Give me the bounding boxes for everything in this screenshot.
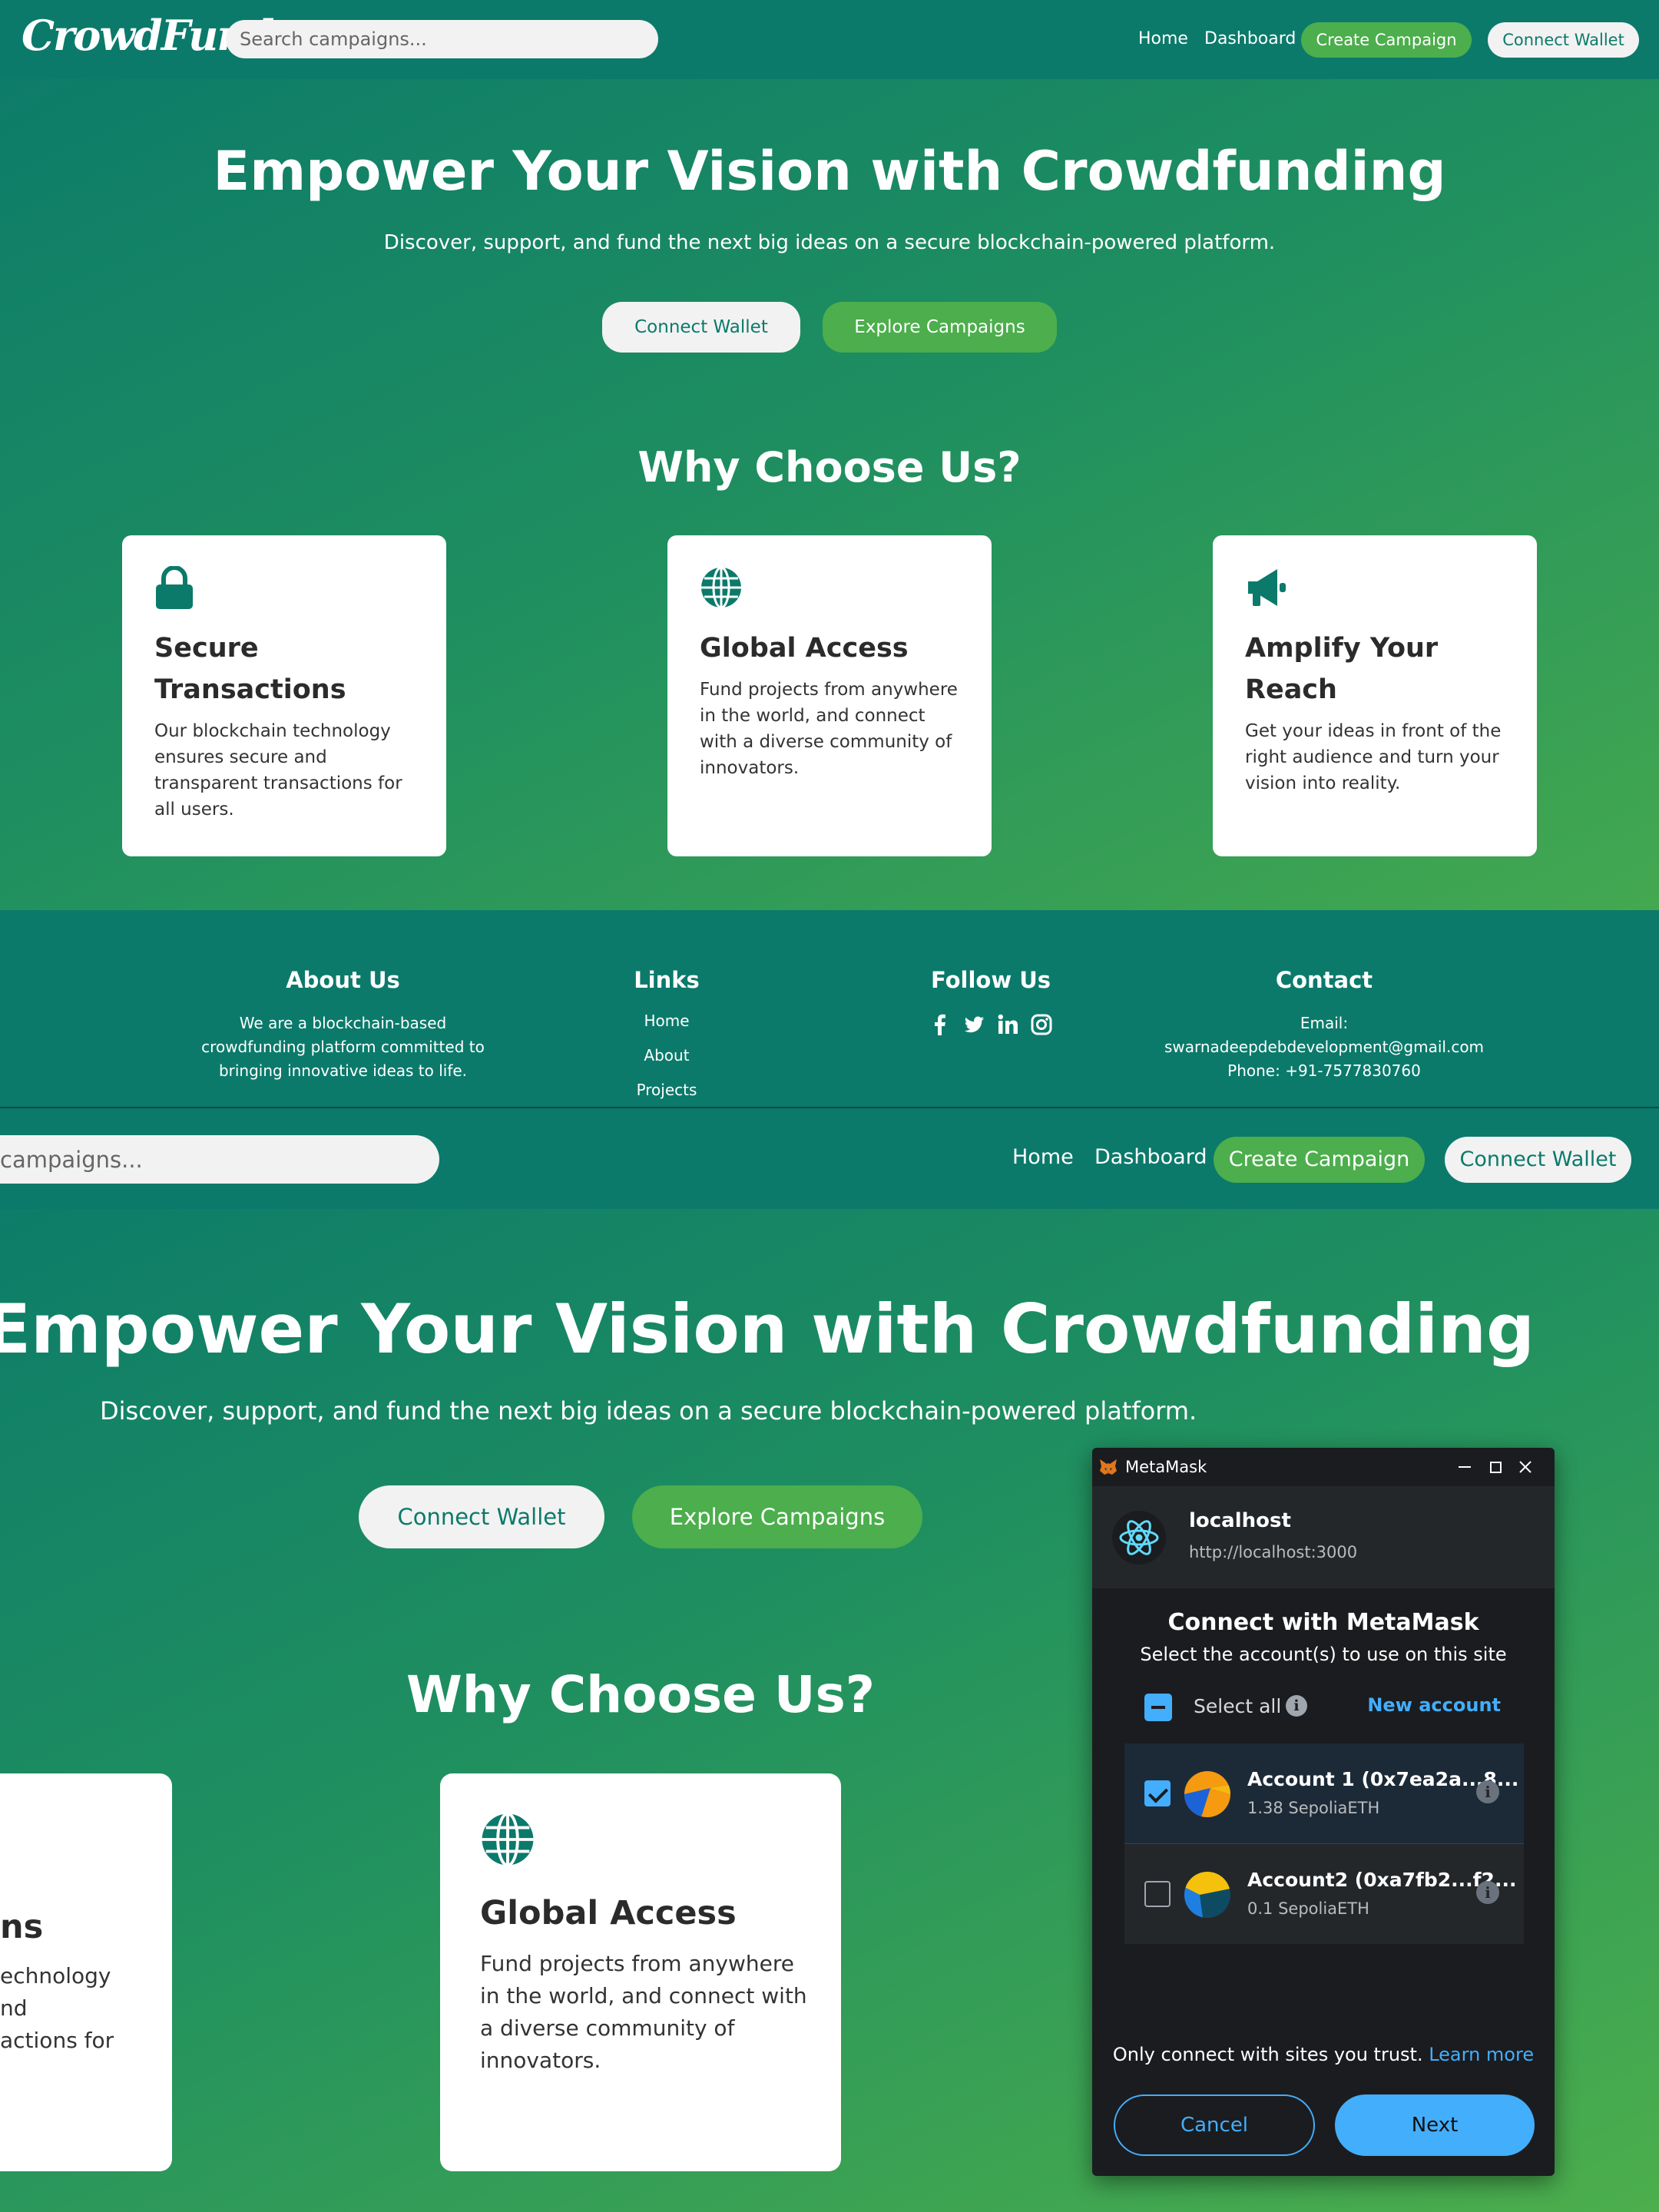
metamask-subheading: Select the account(s) to use on this sit… bbox=[1140, 1644, 1507, 1665]
feature-card: Secure Transactions Our blockchain techn… bbox=[122, 535, 446, 856]
linkedin-icon[interactable] bbox=[996, 1013, 1019, 1036]
select-all-label[interactable]: Select all bbox=[1194, 1695, 1281, 1717]
account-balance: 0.1 SepoliaETH bbox=[1247, 1899, 1369, 1918]
account-balance: 1.38 SepoliaETH bbox=[1247, 1799, 1380, 1817]
footer-link-about[interactable]: About bbox=[590, 1038, 743, 1073]
react-icon bbox=[1112, 1511, 1166, 1565]
account-avatar bbox=[1184, 1872, 1230, 1918]
metamask-titlebar: MetaMask bbox=[1092, 1448, 1555, 1486]
metamask-heading: Connect with MetaMask bbox=[1167, 1609, 1479, 1636]
metamask-popup: MetaMask localhost http://localhost:3000… bbox=[1092, 1448, 1555, 2176]
minimize-icon[interactable] bbox=[1452, 1454, 1478, 1480]
footer: About Us We are a blockchain-based crowd… bbox=[0, 910, 1659, 1107]
why-heading: Why Choose Us? bbox=[406, 1665, 876, 1724]
metamask-fox-icon bbox=[1098, 1457, 1118, 1477]
cancel-button[interactable]: Cancel bbox=[1114, 2094, 1315, 2156]
search-input-zoomed[interactable] bbox=[0, 1135, 439, 1184]
card-description: Fund projects from anywhere in the world… bbox=[480, 1951, 807, 2073]
hero-subtitle: Discover, support, and fund the next big… bbox=[100, 1396, 1197, 1426]
site-url: http://localhost:3000 bbox=[1189, 1543, 1358, 1561]
hero-connect-wallet-button[interactable]: Connect Wallet bbox=[602, 302, 800, 353]
contact-email-label: Email: bbox=[1300, 1014, 1349, 1032]
account-row[interactable]: Account2 (0xa7fb2...f2... 0.1 SepoliaETH… bbox=[1124, 1844, 1524, 1944]
account-info-icon[interactable]: i bbox=[1476, 1780, 1499, 1803]
top-screen: CrowdFund Home Dashboard Create Campaign… bbox=[0, 0, 1659, 1107]
footer-links-title: Links bbox=[634, 967, 700, 993]
nav-dashboard-link[interactable]: Dashboard bbox=[1094, 1145, 1207, 1169]
nav-dashboard-link[interactable]: Dashboard bbox=[1204, 29, 1296, 48]
card-description: Our blockchain technology ensures secure… bbox=[154, 721, 402, 820]
account-name: Account2 (0xa7fb2...f2... bbox=[1247, 1869, 1517, 1891]
megaphone-icon bbox=[1245, 566, 1286, 609]
new-account-link[interactable]: New account bbox=[1367, 1694, 1501, 1716]
instagram-icon[interactable] bbox=[1030, 1013, 1053, 1036]
card-description: Get your ideas in front of the right aud… bbox=[1245, 721, 1502, 793]
navbar-zoomed: Home Dashboard Create Campaign Connect W… bbox=[0, 1108, 1659, 1209]
hero-connect-wallet-button[interactable]: Connect Wallet bbox=[359, 1485, 604, 1548]
card-title: Amplify Your Reach bbox=[1245, 633, 1439, 705]
hero-title: Empower Your Vision with Crowdfunding bbox=[0, 1290, 1535, 1369]
create-campaign-button[interactable]: Create Campaign bbox=[1214, 1137, 1425, 1183]
trust-text: Only connect with sites you trust. bbox=[1112, 2044, 1423, 2065]
footer-follow: Follow Us bbox=[876, 910, 1106, 1036]
footer-about: About Us We are a blockchain-based crowd… bbox=[196, 910, 490, 1083]
contact-email[interactable]: swarnadeepdebdevelopment@gmail.com bbox=[1137, 1035, 1512, 1059]
connect-wallet-button[interactable]: Connect Wallet bbox=[1445, 1137, 1631, 1183]
connect-wallet-button[interactable]: Connect Wallet bbox=[1488, 22, 1639, 58]
card-line: nd bbox=[0, 1995, 28, 2021]
explore-campaigns-button[interactable]: Explore Campaigns bbox=[632, 1485, 922, 1548]
card-title: Global Access bbox=[480, 1894, 737, 1932]
footer-links: Links Home About Projects bbox=[590, 910, 743, 1107]
hero-subtitle: Discover, support, and fund the next big… bbox=[383, 231, 1276, 254]
learn-more-link[interactable]: Learn more bbox=[1429, 2044, 1534, 2065]
card-line: echnology bbox=[0, 1963, 111, 1988]
card-description: Fund projects from anywhere in the world… bbox=[700, 680, 958, 778]
why-heading: Why Choose Us? bbox=[637, 443, 1022, 492]
feature-card-cropped: ns echnology nd actions for bbox=[0, 1773, 172, 2171]
account-checkbox[interactable] bbox=[1144, 1881, 1171, 1907]
footer-about-text: We are a blockchain-based crowdfunding p… bbox=[201, 1014, 485, 1080]
card-title: Secure Transactions bbox=[154, 633, 346, 705]
card-line: actions for bbox=[0, 2028, 114, 2053]
account-info-icon[interactable]: i bbox=[1476, 1881, 1499, 1904]
maximize-icon[interactable] bbox=[1482, 1454, 1508, 1480]
twitter-icon[interactable] bbox=[962, 1013, 985, 1036]
footer-link-home[interactable]: Home bbox=[590, 1004, 743, 1038]
feature-card: Global Access Fund projects from anywher… bbox=[440, 1773, 841, 2171]
nav-home-link[interactable]: Home bbox=[1012, 1145, 1074, 1169]
feature-card: Global Access Fund projects from anywher… bbox=[667, 535, 992, 856]
card-title: Global Access bbox=[700, 633, 909, 664]
close-icon[interactable] bbox=[1512, 1454, 1538, 1480]
navbar: CrowdFund Home Dashboard Create Campaign… bbox=[0, 0, 1659, 79]
facebook-icon[interactable] bbox=[929, 1013, 952, 1036]
account-checkbox[interactable] bbox=[1144, 1780, 1171, 1806]
create-campaign-button[interactable]: Create Campaign bbox=[1301, 22, 1472, 58]
site-info: localhost http://localhost:3000 bbox=[1092, 1486, 1555, 1588]
feature-card: Amplify Your Reach Get your ideas in fro… bbox=[1213, 535, 1537, 856]
footer-contact: Contact Email: swarnadeepdebdevelopment@… bbox=[1137, 910, 1512, 1083]
select-all-checkbox[interactable] bbox=[1144, 1694, 1172, 1721]
explore-campaigns-button[interactable]: Explore Campaigns bbox=[823, 302, 1057, 353]
globe-icon bbox=[480, 1812, 535, 1867]
site-host: localhost bbox=[1189, 1509, 1291, 1532]
next-button[interactable]: Next bbox=[1335, 2094, 1535, 2156]
footer-follow-title: Follow Us bbox=[930, 967, 1051, 993]
footer-contact-title: Contact bbox=[1275, 967, 1373, 993]
globe-icon bbox=[700, 566, 741, 609]
footer-link-projects[interactable]: Projects bbox=[590, 1073, 743, 1107]
trust-notice: Only connect with sites you trust. Learn… bbox=[1092, 2044, 1555, 2065]
nav-home-link[interactable]: Home bbox=[1138, 29, 1188, 48]
contact-phone: Phone: +91-7577830760 bbox=[1227, 1061, 1421, 1080]
card-title-cropped: ns bbox=[0, 1908, 44, 1946]
account-avatar bbox=[1184, 1771, 1230, 1817]
footer-about-title: About Us bbox=[286, 967, 400, 993]
hero-title: Empower Your Vision with Crowdfunding bbox=[213, 140, 1446, 203]
info-icon[interactable]: i bbox=[1286, 1695, 1307, 1717]
metamask-window-title: MetaMask bbox=[1125, 1458, 1207, 1476]
account-row[interactable]: Account 1 (0x7ea2a...8... 1.38 SepoliaET… bbox=[1124, 1743, 1524, 1843]
search-input[interactable] bbox=[226, 20, 658, 58]
lock-icon bbox=[154, 565, 194, 609]
